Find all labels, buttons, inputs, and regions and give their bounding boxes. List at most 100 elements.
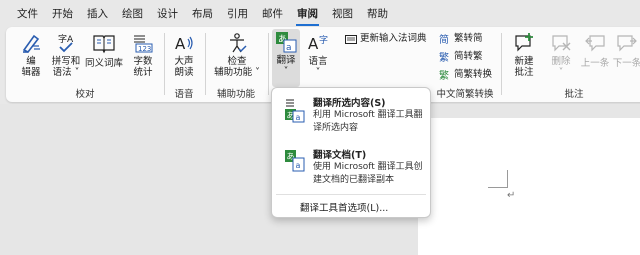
tab-review[interactable]: 审阅 (290, 0, 325, 26)
simplified-to-traditional-icon: 繁 (439, 51, 449, 63)
spelling-abc-check-icon: 字A (58, 33, 74, 53)
editor-label-2: 辑器 (21, 67, 41, 78)
tab-mailings[interactable]: 邮件 (255, 0, 290, 26)
update-ime-label: 更新输入法词典 (360, 33, 427, 44)
language-button[interactable]: A 字 语言 ˅ (303, 32, 333, 78)
check-accessibility-label-2: 辅助功能 ˅ (214, 67, 260, 78)
svg-text:a: a (286, 43, 292, 53)
speech-group-label: 语音 (174, 89, 194, 100)
to-simplified-button[interactable]: 简 繁转简 (439, 31, 483, 47)
translate-chevron: ˅ (283, 66, 289, 77)
to-traditional-label: 简转繁 (454, 51, 483, 62)
previous-comment-label: 上一条 (580, 58, 610, 69)
language-label: 语言 (308, 56, 328, 67)
translate-document-icon: あ a (285, 150, 305, 172)
thesaurus-button[interactable]: 同义词库 (84, 32, 124, 69)
svg-text:简: 简 (439, 33, 449, 45)
translate-icon: あ a (276, 32, 297, 53)
comments-group-label: 批注 (564, 89, 584, 100)
menu-tab-bar: 文件 开始 插入 绘图 设计 布局 引用 邮件 审阅 视图 帮助 (0, 0, 640, 26)
editor-button[interactable]: 编 辑器 (14, 32, 48, 78)
tab-insert[interactable]: 插入 (80, 0, 115, 26)
svg-text:a: a (296, 161, 301, 170)
speech-group: A 大声 朗读 语音 (165, 27, 203, 102)
accessibility-group-label: 辅助功能 (216, 89, 255, 100)
svg-text:字: 字 (319, 34, 328, 46)
read-aloud-label-1: 大声 (174, 56, 194, 67)
new-comment-icon (515, 33, 533, 52)
read-aloud-icon: A (175, 35, 193, 53)
tab-help[interactable]: 帮助 (360, 0, 395, 26)
delete-comment-label: 删除 (551, 56, 571, 67)
thesaurus-label: 同义词库 (84, 58, 123, 69)
document-page[interactable] (418, 118, 640, 255)
svg-text:A: A (308, 35, 319, 53)
menu-separator (276, 194, 426, 195)
word-count-icon: 123 (134, 35, 153, 53)
to-simplified-label: 繁转简 (454, 33, 483, 44)
update-ime-dictionary-button[interactable]: 更新输入法词典 (345, 31, 427, 47)
paragraph-mark: ↵ (507, 190, 516, 201)
language-chevron: ˅ (315, 67, 321, 78)
tab-design[interactable]: 设计 (150, 0, 185, 26)
translate-selection-description: 利用 Microsoft 翻译工具翻译所选内容 (313, 110, 423, 133)
traditional-to-simplified-icon: 简 (439, 33, 449, 45)
svg-text:123: 123 (138, 45, 151, 53)
menu-item-translate-document[interactable]: あ a 翻译文档(T) 使用 Microsoft 翻译工具创建文档的已翻译副本 (272, 144, 430, 192)
next-comment-label: 下一条 (612, 58, 640, 69)
editor-label-1: 编 (26, 56, 36, 67)
page-margin-mark (488, 170, 508, 188)
read-aloud-button[interactable]: A 大声 朗读 (168, 32, 200, 78)
previous-comment-button[interactable]: 上一条 (580, 32, 610, 69)
svg-text:繁: 繁 (439, 51, 449, 63)
translate-label: 翻译 (276, 55, 296, 66)
word-count-label-1: 字数 (133, 56, 153, 67)
chinese-conversion-group: 简 繁转简 繁 简转繁 繁 简繁转换 中文简繁转换 (431, 27, 499, 102)
language-icon: A 字 (308, 34, 328, 53)
proofing-group-label: 校对 (75, 89, 95, 100)
new-comment-label-2: 批注 (514, 67, 534, 78)
check-accessibility-label-1: 检查 (227, 56, 247, 67)
menu-item-translate-selection[interactable]: あ a 翻译所选内容(S) 利用 Microsoft 翻译工具翻译所选内容 (272, 92, 430, 140)
translate-document-title: 翻译文档(T) (313, 150, 367, 161)
accessibility-check-icon (230, 33, 247, 53)
spelling-label-1: 拼写和 (51, 56, 81, 67)
word-count-button[interactable]: 123 字数 统计 (126, 32, 160, 78)
menu-item-translator-preferences[interactable]: 翻译工具首选项(L)... (300, 200, 388, 214)
new-comment-label-1: 新建 (514, 56, 534, 67)
tab-layout[interactable]: 布局 (185, 0, 220, 26)
svg-text:a: a (296, 113, 301, 122)
delete-comment-button[interactable]: 删除 ˅ (546, 32, 576, 78)
translate-selection-icon: あ a (285, 99, 305, 123)
editor-pen-icon (22, 34, 40, 54)
tab-home[interactable]: 开始 (45, 0, 80, 26)
svg-text:繁: 繁 (439, 69, 449, 81)
conversion-icon: 繁 (439, 69, 449, 81)
conversion-label: 简繁转换 (454, 69, 493, 80)
next-comment-button[interactable]: 下一条 (612, 32, 640, 69)
translate-button[interactable]: あ a 翻译 ˅ (272, 29, 300, 87)
translate-selection-title: 翻译所选内容(S) (313, 98, 386, 109)
next-comment-icon (617, 35, 637, 52)
chinese-conversion-group-label: 中文简繁转换 (436, 89, 494, 100)
proofing-group: 编 辑器 字A 拼写和 语法 ˅ 同义词库 123 字数 统计 校对 (6, 27, 164, 102)
word-count-label-2: 统计 (133, 67, 153, 78)
new-comment-button[interactable]: 新建 批注 (508, 32, 540, 78)
book-icon (93, 35, 115, 54)
spelling-label-2: 语法 ˅ (52, 67, 80, 78)
read-aloud-label-2: 朗读 (174, 67, 194, 78)
svg-text:A: A (175, 35, 186, 53)
conversion-button[interactable]: 繁 简繁转换 (439, 67, 492, 83)
translate-dropdown-menu: あ a 翻译所选内容(S) 利用 Microsoft 翻译工具翻译所选内容 あ … (271, 87, 431, 218)
tab-draw[interactable]: 绘图 (115, 0, 150, 26)
tab-references[interactable]: 引用 (220, 0, 255, 26)
accessibility-group: 检查 辅助功能 ˅ 辅助功能 (206, 27, 266, 102)
check-accessibility-button[interactable]: 检查 辅助功能 ˅ (210, 32, 264, 78)
spelling-grammar-button[interactable]: 字A 拼写和 语法 ˅ (50, 32, 82, 78)
to-traditional-button[interactable]: 繁 简转繁 (439, 49, 483, 65)
tab-view[interactable]: 视图 (325, 0, 360, 26)
delete-comment-chevron: ˅ (558, 67, 564, 78)
previous-comment-icon (585, 35, 605, 52)
comments-group: 新建 批注 删除 ˅ 上一条 下一条 批注 (502, 27, 640, 102)
tab-file[interactable]: 文件 (10, 0, 45, 26)
